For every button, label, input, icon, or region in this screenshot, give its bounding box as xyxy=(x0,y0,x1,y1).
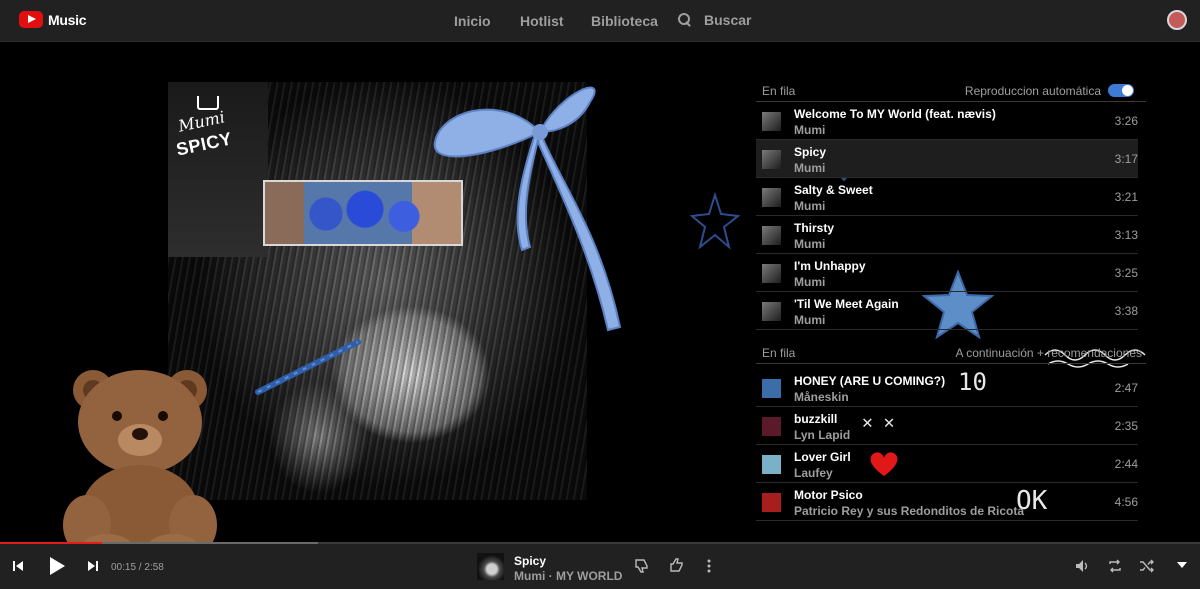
search-icon xyxy=(678,13,692,27)
track-duration: 3:25 xyxy=(1114,266,1138,280)
nav-hotlist[interactable]: Hotlist xyxy=(520,13,564,29)
play-icon[interactable] xyxy=(48,556,66,576)
track-title: Spicy xyxy=(794,145,827,159)
track-title: HONEY (ARE U COMING?) xyxy=(794,374,946,388)
track-artist: Mumi xyxy=(794,275,826,289)
track-artist: Måneskin xyxy=(794,390,849,404)
track-artist: Laufey xyxy=(794,466,833,480)
track-duration: 3:26 xyxy=(1114,114,1138,128)
track-artist: Lyn Lapid xyxy=(794,428,851,442)
now-playing-thumbnail[interactable] xyxy=(477,553,504,580)
blue-flowers xyxy=(300,190,430,238)
next-icon[interactable] xyxy=(87,560,99,572)
track-duration: 2:47 xyxy=(1114,381,1138,395)
brand-name: Music xyxy=(48,11,87,28)
track-thumbnail xyxy=(762,417,781,436)
recommended-track[interactable]: HONEY (ARE U COMING?) Måneskin 2:47 xyxy=(756,369,1138,407)
track-thumbnail xyxy=(762,302,781,321)
track-duration: 4:56 xyxy=(1114,495,1138,509)
queue-track[interactable]: Thirsty Mumi 3:13 xyxy=(756,216,1138,254)
track-thumbnail xyxy=(762,188,781,207)
like-icon[interactable] xyxy=(669,557,685,573)
track-artist: Mumi xyxy=(794,237,826,251)
track-thumbnail xyxy=(762,264,781,283)
track-thumbnail xyxy=(762,112,781,131)
teddy-bear-sticker xyxy=(63,370,217,560)
queue-track-playing[interactable]: Spicy Mumi 3:17 xyxy=(756,140,1138,178)
track-artist: Patricio Rey y sus Redonditos de Ricota xyxy=(794,504,1025,518)
queue-track[interactable]: 'Til We Meet Again Mumi 3:38 xyxy=(756,292,1138,330)
track-title: Welcome To MY World (feat. nævis) xyxy=(794,107,996,121)
repeat-icon[interactable] xyxy=(1107,558,1123,574)
queue-section-label: En fila xyxy=(762,84,796,98)
track-duration: 3:17 xyxy=(1114,152,1138,166)
track-duration: 2:44 xyxy=(1114,457,1138,471)
search-label: Buscar xyxy=(704,12,752,28)
nav-inicio[interactable]: Inicio xyxy=(454,13,491,29)
time-display: 00:15 / 2:58 xyxy=(111,562,164,573)
track-thumbnail xyxy=(762,226,781,245)
track-thumbnail xyxy=(762,379,781,398)
track-duration: 3:21 xyxy=(1114,190,1138,204)
track-thumbnail xyxy=(762,455,781,474)
now-playing-title[interactable]: Spicy xyxy=(514,554,546,568)
recs-label[interactable]: A continuación + recomendaciones xyxy=(956,346,1142,360)
recommended-track[interactable]: Lover Girl Laufey 2:44 xyxy=(756,445,1138,483)
recommendations-header: En fila A continuación + recomendaciones xyxy=(756,340,1146,364)
straw-doodle xyxy=(255,339,361,395)
autoplay-toggle[interactable] xyxy=(1108,84,1134,97)
track-artist: Mumi xyxy=(794,123,826,137)
recommended-track[interactable]: Motor Psico Patricio Rey y sus Redondito… xyxy=(756,483,1138,521)
player-bar: 00:15 / 2:58 Spicy Mumi · MY WORLD xyxy=(0,544,1200,589)
track-thumbnail xyxy=(762,150,781,169)
track-artist: Mumi xyxy=(794,161,826,175)
track-duration: 3:13 xyxy=(1114,228,1138,242)
recs-section-label: En fila xyxy=(762,346,796,360)
play-logo-icon xyxy=(19,11,43,28)
track-thumbnail xyxy=(762,493,781,512)
track-artist: Mumi xyxy=(794,199,826,213)
ribbon-sticker xyxy=(433,86,622,332)
top-bar: Music Inicio Hotlist Biblioteca Buscar xyxy=(0,0,1200,42)
queue-header: En fila Reproduccion automática xyxy=(756,78,1146,102)
queue-track[interactable]: I'm Unhappy Mumi 3:25 xyxy=(756,254,1138,292)
track-title: Thirsty xyxy=(794,221,835,235)
album-corner-panel: Mumi SPICY xyxy=(168,82,268,257)
queue-track[interactable]: Salty & Sweet Mumi 3:21 xyxy=(756,178,1138,216)
search-button[interactable]: Buscar xyxy=(678,12,751,28)
now-playing-subtitle[interactable]: Mumi · MY WORLD xyxy=(514,569,622,583)
autoplay-label: Reproduccion automática xyxy=(964,84,1101,98)
avatar[interactable] xyxy=(1167,10,1187,30)
track-title: buzzkill xyxy=(794,412,838,426)
recommended-track[interactable]: buzzkill Lyn Lapid 2:35 xyxy=(756,407,1138,445)
track-title: Lover Girl xyxy=(794,450,851,464)
previous-icon[interactable] xyxy=(12,560,24,572)
track-duration: 2:35 xyxy=(1114,419,1138,433)
track-title: Motor Psico xyxy=(794,488,863,502)
track-duration: 3:38 xyxy=(1114,304,1138,318)
expand-caret-icon[interactable] xyxy=(1177,562,1187,568)
youtube-music-logo[interactable]: Music xyxy=(19,11,86,28)
doodle-star-icon xyxy=(690,192,740,250)
shuffle-icon[interactable] xyxy=(1139,558,1155,574)
track-artist: Mumi xyxy=(794,313,826,327)
queue-track[interactable]: Welcome To MY World (feat. nævis) Mumi 3… xyxy=(756,102,1138,140)
nav-biblioteca[interactable]: Biblioteca xyxy=(591,13,658,29)
track-title: Salty & Sweet xyxy=(794,183,873,197)
track-title: I'm Unhappy xyxy=(794,259,866,273)
dislike-icon[interactable] xyxy=(634,558,650,574)
volume-icon[interactable] xyxy=(1075,559,1091,573)
track-title: 'Til We Meet Again xyxy=(794,297,899,311)
more-options-icon[interactable] xyxy=(706,558,712,574)
